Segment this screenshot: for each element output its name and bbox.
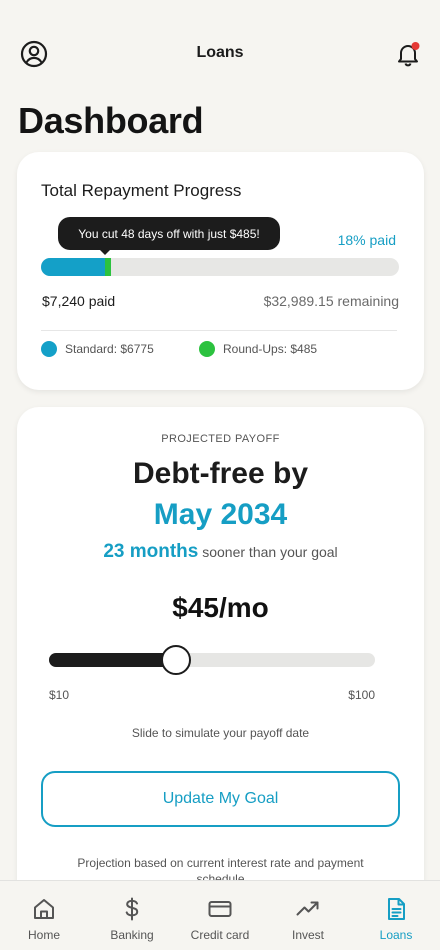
- legend-roundups-label: Round-Ups: $485: [223, 342, 318, 356]
- months-sooner-value: 23 months: [103, 541, 199, 562]
- tab-loans[interactable]: Loans: [352, 881, 440, 950]
- tab-label: Home: [27, 928, 60, 942]
- bottom-tab-bar: Home Banking Credit card Invest Loans: [0, 880, 440, 950]
- app-header: Loans: [0, 0, 440, 100]
- header-title: Loans: [196, 44, 244, 61]
- document-icon: [388, 898, 405, 920]
- tab-credit-card[interactable]: Credit card: [176, 881, 264, 950]
- projected-payoff-card: PROJECTED PAYOFF Debt-free by May 2034 2…: [17, 407, 424, 907]
- slider-fill: [49, 653, 176, 667]
- months-sooner-text: sooner than your goal: [202, 544, 338, 560]
- remaining-amount: $32,989.15 remaining: [263, 293, 399, 309]
- repayment-progress-card: Total Repayment Progress You cut 48 days…: [17, 152, 424, 390]
- slide-hint: Slide to simulate your payoff date: [131, 726, 310, 740]
- standard-dot: [41, 341, 57, 357]
- repayment-progress-bar: [41, 258, 399, 276]
- tab-label: Invest: [291, 928, 324, 942]
- bell-icon[interactable]: [394, 40, 422, 68]
- tab-banking[interactable]: Banking: [88, 881, 176, 950]
- progress-segment-standard: [41, 258, 106, 276]
- projected-payoff-label: PROJECTED PAYOFF: [161, 433, 280, 445]
- tab-home[interactable]: Home: [0, 881, 88, 950]
- dollar-icon: [125, 897, 139, 921]
- slider-thumb[interactable]: [160, 645, 191, 675]
- slider-min-label: $10: [49, 688, 70, 702]
- home-icon: [34, 899, 54, 919]
- percent-paid-label: 18% paid: [337, 232, 396, 248]
- payoff-date: May 2034: [153, 498, 288, 531]
- tab-label: Loans: [379, 928, 413, 942]
- trending-up-icon: [296, 901, 319, 916]
- credit-card-icon: [208, 901, 232, 917]
- tab-label: Banking: [110, 928, 154, 942]
- tab-label: Credit card: [190, 928, 250, 942]
- update-goal-button[interactable]: Update My Goal: [41, 771, 400, 827]
- legend-standard: Standard: $6775: [41, 341, 154, 357]
- tab-invest[interactable]: Invest: [264, 881, 352, 950]
- legend-roundups: Round-Ups: $485: [199, 341, 317, 357]
- monthly-amount: $45/mo: [172, 592, 269, 623]
- legend-standard-label: Standard: $6775: [65, 342, 154, 356]
- notification-dot: [411, 42, 420, 50]
- months-sooner-line: 23 months sooner than your goal: [17, 541, 424, 563]
- divider: [41, 330, 397, 331]
- roundups-dot: [199, 341, 215, 357]
- page-title: Dashboard: [18, 100, 204, 141]
- savings-tooltip: You cut 48 days off with just $485!: [58, 217, 280, 250]
- payment-slider[interactable]: [49, 645, 375, 675]
- progress-segment-roundups: [105, 258, 111, 276]
- debt-free-heading: Debt-free by: [132, 457, 309, 490]
- repayment-card-title: Total Repayment Progress: [41, 181, 242, 200]
- slider-max-label: $100: [348, 688, 375, 702]
- paid-amount: $7,240 paid: [42, 293, 116, 309]
- tooltip-arrow: [99, 249, 111, 255]
